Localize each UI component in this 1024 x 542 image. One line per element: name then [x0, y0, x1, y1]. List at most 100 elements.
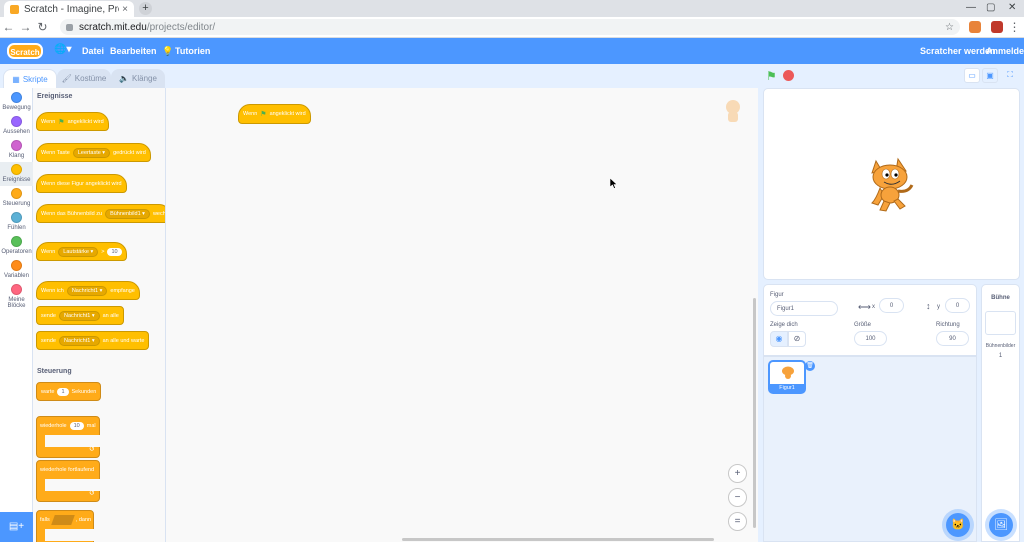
zoom-in-button[interactable]: + [728, 464, 747, 483]
join-scratch-link[interactable]: Scratcher werden [920, 46, 996, 56]
key-dropdown[interactable]: Leertaste ▾ [72, 147, 111, 158]
sprite-thumbnail-name: Figur1 [770, 384, 804, 392]
address-bar[interactable]: scratch.mit.edu /projects/editor/ ☆ [60, 19, 960, 35]
normal-stage-button[interactable]: ▣ [982, 68, 998, 83]
sensing-color-dot [11, 212, 22, 223]
category-control[interactable]: Steuerung [0, 188, 33, 207]
menu-tutorials[interactable]: Tutorien [175, 46, 210, 56]
language-icon[interactable]: 🌐▾ [54, 44, 71, 55]
control-color-dot [11, 188, 22, 199]
block-forever-header: wiederhole fortlaufend [40, 466, 95, 473]
sprite-name-input[interactable]: Figur1 [770, 301, 838, 316]
block-if-header: falls, dann [40, 514, 92, 525]
workspace-block-when-flag-clicked[interactable]: Wenn ⚑ angeklickt wird [238, 104, 311, 124]
loudness-dropdown[interactable]: Lautstärke ▾ [58, 246, 99, 257]
backdrop-thumbnail[interactable] [985, 311, 1016, 335]
forward-icon[interactable]: → [17, 20, 34, 34]
condition-slot[interactable] [50, 514, 75, 525]
sprite-info-panel: Figur Figur1 ⟷ x 0 ↕ y 0 Zeige dich ◉ ⊘ … [763, 284, 977, 356]
tab-close-icon[interactable]: × [122, 4, 128, 15]
show-sprite-button[interactable]: ◉ [770, 331, 788, 347]
wait-seconds-value[interactable]: 1 [57, 387, 69, 396]
window-close-icon[interactable]: ✕ [1008, 2, 1016, 13]
motion-color-dot [11, 92, 22, 103]
speaker-icon: 🔈 [119, 74, 130, 83]
y-label: y [937, 304, 940, 310]
menu-file[interactable]: Datei [82, 46, 104, 56]
browser-menu-icon[interactable]: ⋮ [1006, 20, 1023, 34]
extension-icon[interactable] [969, 21, 981, 33]
broadcast-wait-dropdown[interactable]: Nachricht1 ▾ [59, 335, 100, 346]
show-label: Zeige dich [770, 322, 798, 328]
stage[interactable] [763, 88, 1020, 280]
receive-message-dropdown[interactable]: Nachricht1 ▾ [66, 285, 108, 296]
hide-sprite-button[interactable]: ⊘ [788, 331, 806, 347]
stage-backdrop-panel[interactable]: Bühne Bühnenbilder 1 🖼 [981, 284, 1020, 542]
script-workspace[interactable]: Wenn ⚑ angeklickt wird + − = [166, 88, 758, 542]
browser-tab[interactable]: Scratch - Imagine, Prog × [4, 1, 134, 17]
small-stage-button[interactable]: ▭ [964, 68, 980, 83]
block-broadcast[interactable]: sende Nachricht1 ▾ an alle [36, 306, 124, 325]
extension-icon-2[interactable] [991, 21, 1003, 33]
add-backdrop-button[interactable]: 🖼 [989, 513, 1013, 537]
backdrop-dropdown[interactable]: Bühnenbild1 ▾ [105, 208, 150, 219]
tab-scripts[interactable]: ▦ Skripte [3, 69, 57, 88]
x-position-input[interactable]: 0 [879, 298, 904, 313]
add-extension-button[interactable]: ▤+ [0, 512, 33, 542]
repeat-arrow-icon: ↺ [89, 446, 95, 453]
category-variables[interactable]: Variablen [0, 260, 33, 279]
category-sensing[interactable]: Fühlen [0, 212, 33, 231]
menu-edit[interactable]: Bearbeiten [110, 46, 157, 56]
direction-input[interactable]: 90 [936, 331, 969, 346]
category-sound[interactable]: Klang [0, 140, 33, 159]
delete-sprite-button[interactable]: 🗑 [805, 361, 815, 371]
category-events[interactable]: Ereignisse [0, 162, 33, 186]
green-flag-icon: ⚑ [58, 118, 65, 126]
minimize-icon[interactable]: — [966, 2, 976, 13]
browser-tabbar: Scratch - Imagine, Prog × + — ▢ ✕ [0, 0, 1024, 17]
green-flag-button[interactable]: ⚑ [766, 69, 777, 83]
new-tab-button[interactable]: + [139, 2, 152, 15]
url-path: /projects/editor/ [146, 21, 216, 33]
tab-sounds[interactable]: 🔈 Klänge [111, 69, 165, 88]
back-icon[interactable]: ← [0, 20, 17, 34]
maximize-icon[interactable]: ▢ [986, 2, 995, 13]
reload-icon[interactable]: ↻ [34, 20, 51, 34]
browser-toolbar: ← → ↻ scratch.mit.edu /projects/editor/ … [0, 17, 1024, 38]
broadcast-dropdown[interactable]: Nachricht1 ▾ [59, 310, 100, 321]
fullscreen-button[interactable]: ⛶ [1002, 68, 1018, 83]
workspace-horizontal-scrollbar[interactable] [402, 538, 714, 541]
sprite-thumbnail[interactable]: Figur1 🗑 [768, 360, 815, 394]
workspace-vertical-scrollbar[interactable] [753, 298, 756, 528]
category-my-blocks[interactable]: Meine Blöcke [0, 284, 33, 309]
block-when-backdrop-switches[interactable]: Wenn das Bühnenbild zu Bühnenbild1 ▾ wech [36, 204, 165, 223]
bookmark-star-icon[interactable]: ☆ [945, 22, 954, 33]
block-when-sprite-clicked[interactable]: Wenn diese Figur angeklickt wird [36, 174, 127, 193]
category-looks[interactable]: Aussehen [0, 116, 33, 135]
tab-costumes[interactable]: 🖌 Kostüme [57, 69, 111, 88]
y-position-input[interactable]: 0 [945, 298, 970, 313]
url-host: scratch.mit.edu [79, 21, 147, 33]
sign-in-link[interactable]: Anmelden [986, 46, 1024, 56]
size-input[interactable]: 100 [854, 331, 887, 346]
backdrops-count: 1 [998, 353, 1003, 359]
repeat-count-value[interactable]: 10 [69, 421, 84, 430]
variables-color-dot [11, 260, 22, 271]
y-arrow-icon: ↕ [926, 301, 931, 311]
add-extension-icon: ▤+ [8, 521, 25, 532]
block-when-receive[interactable]: Wenn ich Nachricht1 ▾ empfange [36, 281, 140, 300]
block-when-loudness[interactable]: Wenn Lautstärke ▾ >10 [36, 242, 127, 261]
block-wait-seconds[interactable]: warte 1 Sekunden [36, 382, 102, 401]
stop-button[interactable] [783, 70, 794, 81]
category-operators[interactable]: Operatoren [0, 236, 33, 255]
block-broadcast-and-wait[interactable]: sende Nachricht1 ▾ an alle und warte [36, 331, 150, 350]
cat-sprite[interactable] [862, 155, 918, 213]
category-motion[interactable]: Bewegung [0, 92, 33, 111]
block-when-flag-clicked[interactable]: Wenn ⚑ angeklickt wird [36, 112, 109, 131]
scratch-logo[interactable]: Scratch [7, 43, 43, 59]
zoom-out-button[interactable]: − [728, 488, 747, 507]
block-when-key-pressed[interactable]: Wenn Taste Leertaste ▾ gedrückt wird [36, 143, 151, 162]
add-sprite-button[interactable]: 🐱 [946, 513, 970, 537]
loudness-value[interactable]: 10 [107, 247, 122, 256]
zoom-reset-button[interactable]: = [728, 512, 747, 531]
